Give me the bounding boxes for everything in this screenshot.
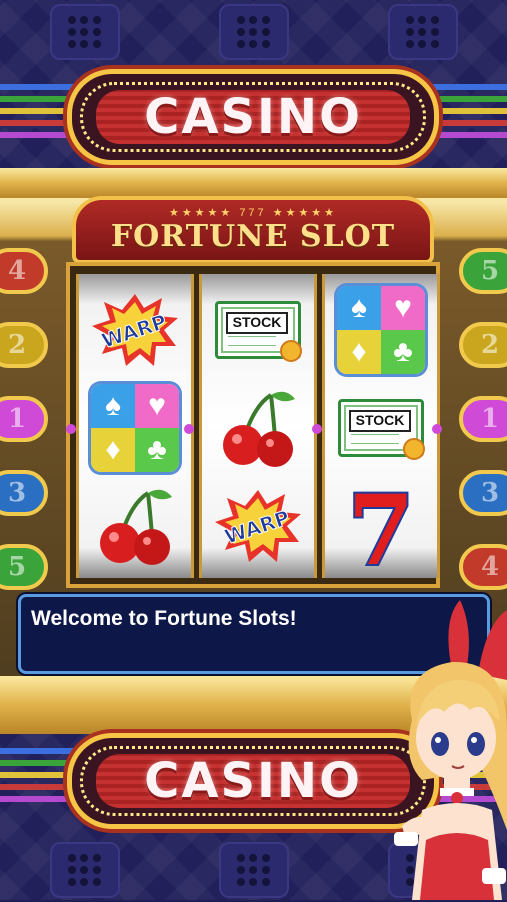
casino-sign-text: CASINO [144,89,362,145]
dice-icon [49,4,120,60]
line-lamp-right: 4 [459,544,507,590]
line-lamp-right: 2 [459,322,507,368]
warp-icon: WARP [92,294,178,366]
line-lamp-left: 4 [0,248,48,294]
cherry-icon [100,489,172,565]
reel-symbol: ♠ ♥ ♦ ♣ [79,378,191,478]
reel-1[interactable]: WARP ♠ ♥ ♦ ♣ [76,274,194,578]
card-suits-icon: ♠ ♥ ♦ ♣ [91,384,179,472]
reel-symbol: WARP [202,476,314,576]
title-stars: ★★★★★ 777 ★★★★★ [168,207,338,219]
payline-marker [66,424,76,434]
line-lamp-right: 1 [459,396,507,442]
warp-icon: WARP [215,490,301,562]
reel-symbol [202,378,314,478]
dice-icon [218,4,289,60]
dialog-message: Welcome to Fortune Slots! [31,607,297,630]
payline-marker [432,424,442,434]
seven-icon: 7 [346,480,417,572]
reel-symbol: WARP [79,280,191,380]
casino-sign-bottom: CASINO [72,738,434,824]
reel-3[interactable]: ♠ ♥ ♦ ♣ STOCK 7 [322,274,440,578]
machine-title-banner: ★★★★★ 777 ★★★★★ FORTUNE SLOT [72,196,434,264]
line-lamp-left: 3 [0,470,48,516]
dice-icon [218,842,289,898]
casino-sign-text: CASINO [144,753,362,809]
line-lamp-right: 5 [459,248,507,294]
machine-title: FORTUNE SLOT [110,219,396,254]
gold-trim [0,168,507,198]
payline-marker [312,424,322,434]
line-lamp-left: 1 [0,396,48,442]
dice-icon [49,842,120,898]
dice-icon [387,4,458,60]
reel-symbol: 7 [325,476,437,576]
reel-2[interactable]: STOCK WARP [199,274,317,578]
casino-sign-top: CASINO [72,74,434,160]
stock-certificate-icon: STOCK [215,301,302,362]
reel-symbol [79,476,191,576]
bunny-girl-mascot-icon [394,600,507,900]
svg-text:7: 7 [348,480,415,572]
reels-window: WARP ♠ ♥ ♦ ♣ STOCK WARP ♠ ♥ ♦ ♣ STOCK 7 [66,262,440,588]
cherry-icon [223,391,295,467]
card-suits-icon: ♠ ♥ ♦ ♣ [337,286,425,374]
line-lamp-left: 5 [0,544,48,590]
line-lamp-left: 2 [0,322,48,368]
stock-certificate-icon: STOCK [338,399,425,460]
reel-symbol: ♠ ♥ ♦ ♣ [325,280,437,380]
dice-row-top [0,0,507,64]
payline-marker [184,424,194,434]
line-lamp-right: 3 [459,470,507,516]
reel-symbol: STOCK [202,280,314,380]
reel-symbol: STOCK [325,378,437,478]
